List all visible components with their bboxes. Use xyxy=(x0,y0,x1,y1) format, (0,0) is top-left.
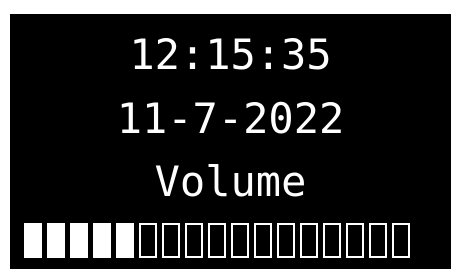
clock-date: 11-7-2022 xyxy=(116,94,345,143)
volume-segment-empty xyxy=(323,223,341,258)
volume-segment-empty xyxy=(254,223,272,258)
lcd-screen: 12:15:35 11-7-2022 Volume xyxy=(10,14,451,269)
clock-time: 12:15:35 xyxy=(129,30,332,79)
volume-level-bar xyxy=(24,223,410,262)
volume-segment-empty xyxy=(231,223,249,258)
volume-segment-filled xyxy=(93,223,111,258)
volume-segment-filled xyxy=(24,223,42,258)
volume-segment-empty xyxy=(369,223,387,258)
volume-segment-filled xyxy=(116,223,134,258)
volume-segment-empty xyxy=(162,223,180,258)
volume-segment-empty xyxy=(392,223,410,258)
volume-segment-empty xyxy=(185,223,203,258)
volume-segment-empty xyxy=(208,223,226,258)
volume-segment-filled xyxy=(70,223,88,258)
volume-segment-empty xyxy=(139,223,157,258)
volume-segment-empty xyxy=(277,223,295,258)
volume-segment-filled xyxy=(47,223,65,258)
volume-segment-empty xyxy=(346,223,364,258)
volume-segment-empty xyxy=(300,223,318,258)
volume-label: Volume xyxy=(154,157,307,206)
